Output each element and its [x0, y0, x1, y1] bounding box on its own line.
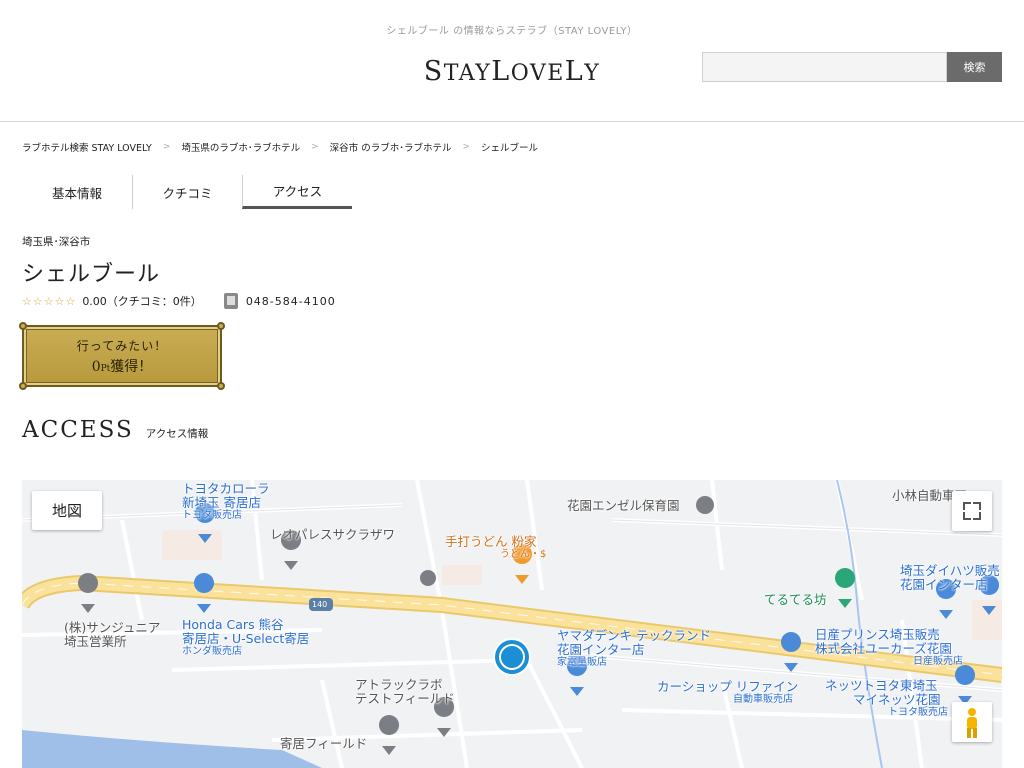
access-heading: ACCESS アクセス情報: [22, 417, 208, 443]
breadcrumb-city[interactable]: 深谷市 のラブホ･ラブホテル: [330, 140, 452, 154]
site-tagline: シェルブール の情報ならステラブ（STAY LOVELY）: [386, 26, 638, 37]
want-to-go-button[interactable]: 行ってみたい！ 0Pt獲得！: [19, 322, 225, 390]
poi-teruterubo[interactable]: てるてる坊: [764, 593, 827, 607]
ornament-icon: [19, 322, 27, 330]
tab-reviews[interactable]: クチコミ: [132, 175, 242, 209]
poi-leopalace[interactable]: レオパレスサクラザワ: [270, 528, 395, 542]
rating-row: ☆☆☆☆☆ 0.00（クチコミ：0件） 048-584-4100: [22, 293, 336, 309]
poi-yorii-field[interactable]: 寄居フィールド: [280, 737, 367, 751]
poi-netz[interactable]: ネッツトヨタ東埼玉 マイネッツ花園 トヨタ販売店: [825, 679, 948, 719]
poi-carshop[interactable]: カーショップ リファイン 自動車販売店: [657, 680, 798, 706]
poi-toyota-corolla[interactable]: トヨタカローラ 新埼玉 寄居店 トヨタ販売店: [182, 482, 270, 522]
rating-stars: ☆☆☆☆☆: [22, 294, 77, 308]
breadcrumb-separator: >: [311, 142, 319, 152]
access-subtitle: アクセス情報: [145, 428, 209, 440]
tab-access[interactable]: アクセス: [242, 175, 352, 209]
ornament-icon: [217, 382, 225, 390]
poi-daihatsu[interactable]: 埼玉ダイハツ販売 花園インター店: [900, 564, 1000, 592]
logo-text: STAYLOVELY: [423, 56, 601, 87]
points-unit: Pt: [100, 363, 111, 374]
hotel-tabs: 基本情報 クチコミ アクセス: [22, 175, 352, 209]
site-header: シェルブール の情報ならステラブ（STAY LOVELY） STAYLOVELY…: [0, 0, 1024, 122]
access-title: ACCESS: [22, 417, 134, 443]
breadcrumb-prefecture[interactable]: 埼玉県のラブホ･ラブホテル: [181, 140, 300, 154]
google-map[interactable]: 140 トヨタカローラ 新埼玉 寄居店 トヨタ販売店 レオパレスサクラザワ 手打うど…: [22, 480, 1002, 768]
pegman-graphic: [967, 708, 977, 738]
breadcrumb-current: シェルブール: [481, 143, 539, 154]
site-logo[interactable]: STAYLOVELY: [380, 56, 644, 87]
pegman-icon[interactable]: [952, 702, 992, 742]
fullscreen-icon[interactable]: [952, 491, 992, 531]
want-to-go-points: 0Pt獲得！: [92, 356, 153, 376]
tab-basic-info[interactable]: 基本情報: [22, 175, 132, 209]
want-to-go-label: 行ってみたい！: [76, 338, 168, 353]
ornament-icon: [19, 382, 27, 390]
search-button[interactable]: 検索: [947, 52, 1002, 82]
poi-udon[interactable]: 手打うどん 粉家 うどん・$: [445, 535, 546, 561]
poi-sunjunior[interactable]: (株)サンジュニア 埼玉営業所: [64, 621, 160, 649]
hotel-name: シェルブール: [22, 262, 161, 287]
breadcrumb-home[interactable]: ラブホテル検索 STAY LOVELY: [22, 140, 152, 154]
rating-text: 0.00（クチコミ：0件）: [82, 295, 202, 308]
poi-honda[interactable]: Honda Cars 熊谷 寄居店・U-Select寄居 ホンダ販売店: [182, 618, 309, 658]
hotel-location-marker: [493, 638, 531, 676]
phone-number[interactable]: 048-584-4100: [246, 295, 336, 308]
ornament-icon: [217, 322, 225, 330]
phone-icon: [223, 293, 238, 309]
road-number-label: 140: [312, 600, 328, 609]
points-value: 0: [91, 358, 101, 375]
hotel-area: 埼玉県･深谷市: [22, 236, 91, 248]
poi-atrack[interactable]: アトラックラボ テストフィールド: [355, 678, 455, 706]
poi-nissan[interactable]: 日産プリンス埼玉販売 株式会社ユーカーズ花園 日産販売店: [815, 628, 963, 668]
map-base: [22, 480, 1002, 768]
breadcrumb: ラブホテル検索 STAY LOVELY > 埼玉県のラブホ･ラブホテル > 深谷…: [22, 140, 538, 154]
search-box: 検索: [702, 52, 1002, 82]
poi-yamada[interactable]: ヤマダデンキ テックランド 花園インター店 家電量販店: [557, 629, 711, 669]
poi-nursery[interactable]: 花園エンゼル保育園: [567, 499, 680, 513]
map-type-button[interactable]: 地図: [32, 491, 102, 530]
search-input[interactable]: [702, 52, 947, 82]
points-suffix: 獲得！: [110, 358, 153, 375]
breadcrumb-separator: >: [162, 142, 171, 152]
breadcrumb-separator: >: [462, 142, 470, 152]
